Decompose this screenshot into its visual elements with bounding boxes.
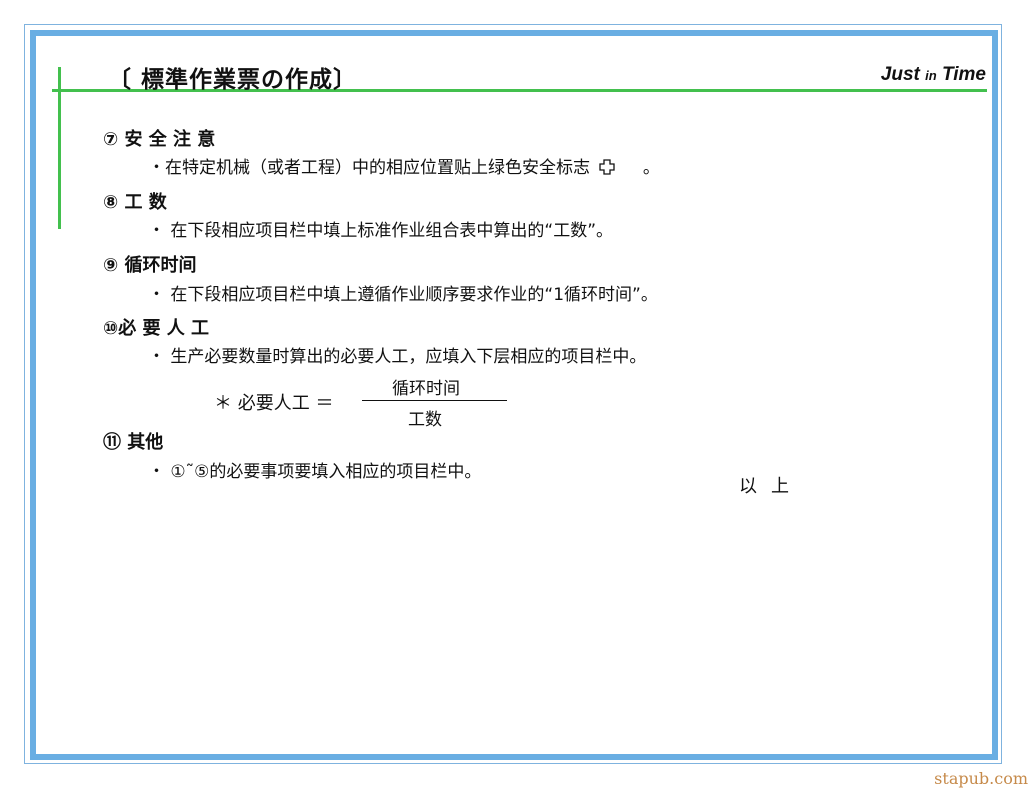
item-heading-11: ⑪ 其他 xyxy=(103,432,164,453)
item-heading-8: ⑧ 工 数 xyxy=(103,192,167,213)
logo-time: Time xyxy=(941,64,986,85)
formula-denominator: 工数 xyxy=(408,410,442,430)
page-title: 〔 標準作業票の作成〕 xyxy=(108,67,358,93)
green-cross-icon xyxy=(599,159,616,175)
item-heading-7: ⑦ 安 全 注 意 xyxy=(103,129,216,150)
item-body-7-text: ・在特定机械（或者工程）中的相应位置贴上绿色安全标志 xyxy=(148,158,590,178)
just-in-time-logo: Just in Time xyxy=(881,64,986,86)
item-body-8: ・ 在下段相应项目栏中填上标准作业组合表中算出的“工数”。 xyxy=(148,221,614,241)
item-body-7-suffix: 。 xyxy=(642,158,660,178)
item-body-7: ・在特定机械（或者工程）中的相应位置贴上绿色安全标志 。 xyxy=(148,153,660,178)
closing-mark: 以上 xyxy=(739,476,803,497)
item-body-9: ・ 在下段相应项目栏中填上遵循作业顺序要求作业的“1循环时间”。 xyxy=(148,285,658,305)
item-heading-10: ⑩必 要 人 工 xyxy=(103,318,210,339)
item-heading-9: ⑨ 循环时间 xyxy=(103,255,197,276)
fraction-bar xyxy=(362,400,507,401)
side-rule xyxy=(58,67,61,229)
logo-just: Just xyxy=(880,64,920,85)
formula-numerator: 循环时间 xyxy=(392,379,460,399)
item-body-11: ・ ①˜⑤的必要事项要填入相应的项目栏中。 xyxy=(148,462,482,482)
item-body-10: ・ 生产必要数量时算出的必要人工，应填入下层相应的项目栏中。 xyxy=(148,347,647,367)
formula-label: ＊ 必要人工 ＝ xyxy=(214,393,334,414)
logo-in: in xyxy=(925,68,937,83)
watermark: stapub.com xyxy=(934,769,1028,788)
